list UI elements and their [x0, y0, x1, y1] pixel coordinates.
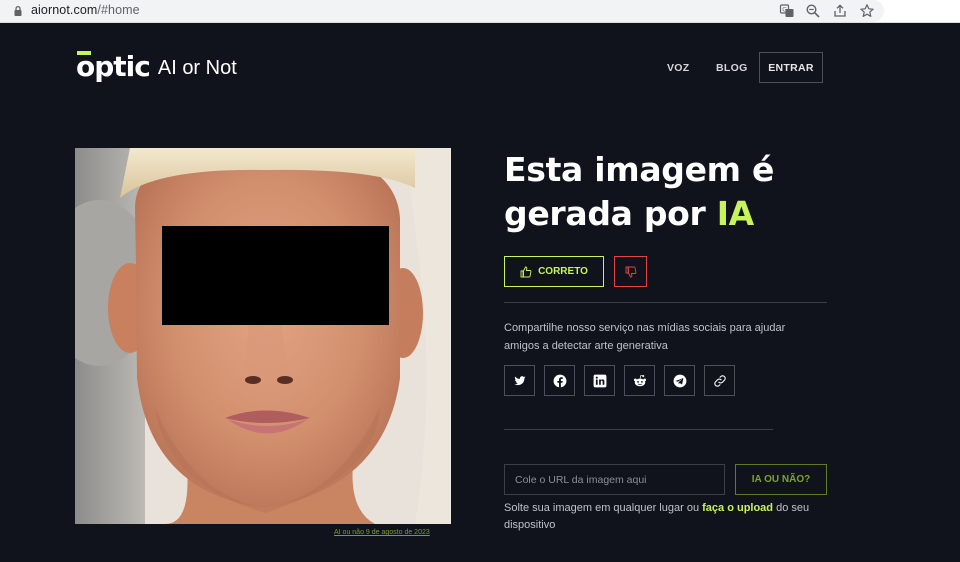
facebook-icon	[553, 374, 566, 387]
share-icon[interactable]	[832, 3, 848, 19]
share-reddit-button[interactable]	[624, 365, 655, 396]
url-domain: aiornot.com	[31, 3, 98, 17]
image-url-input[interactable]	[504, 464, 725, 495]
analyzed-image	[75, 148, 451, 524]
reddit-icon	[633, 374, 646, 386]
portrait-illustration	[75, 148, 451, 524]
result-title: Esta imagem é gerada por IA	[504, 148, 844, 236]
divider	[504, 429, 773, 430]
address-bar[interactable]: aiornot.com/#home G	[0, 0, 884, 22]
thumbs-up-icon	[520, 266, 532, 277]
browser-toolbar: aiornot.com/#home G	[0, 0, 960, 23]
logo[interactable]: optic AI or Not	[76, 51, 237, 83]
share-telegram-button[interactable]	[664, 365, 695, 396]
url-text: aiornot.com/#home	[31, 3, 140, 17]
correct-button[interactable]: CORRETO	[504, 256, 604, 287]
translate-icon[interactable]: G	[779, 3, 795, 19]
url-path: /#home	[97, 3, 140, 17]
logo-accent-bar	[77, 51, 91, 55]
linkedin-icon	[593, 374, 606, 387]
correct-label: CORRETO	[538, 266, 588, 277]
twitter-icon	[514, 375, 525, 385]
wrong-button[interactable]	[614, 256, 647, 287]
logo-brand: optic	[76, 51, 151, 83]
copy-link-button[interactable]	[704, 365, 735, 396]
telegram-icon	[673, 374, 686, 387]
thumbs-down-icon	[625, 266, 636, 277]
zoom-icon[interactable]	[805, 3, 821, 19]
svg-text:G: G	[782, 7, 787, 14]
star-icon[interactable]	[859, 3, 875, 19]
result-title-accent: IA	[716, 194, 755, 233]
page: optic AI or Not VOZ BLOG ENTRAR AI ou nã…	[0, 23, 960, 562]
share-linkedin-button[interactable]	[584, 365, 615, 396]
upload-instructions: Solte sua imagem em qualquer lugar ou fa…	[504, 500, 834, 534]
upload-text-before: Solte sua imagem em qualquer lugar ou	[504, 502, 703, 514]
nav-voz[interactable]: VOZ	[667, 62, 690, 74]
login-button[interactable]: ENTRAR	[759, 52, 823, 83]
nav-blog[interactable]: BLOG	[716, 62, 748, 74]
share-twitter-button[interactable]	[504, 365, 535, 396]
logo-product: AI or Not	[157, 57, 237, 79]
check-ai-button[interactable]: IA OU NÃO?	[735, 464, 827, 495]
share-facebook-button[interactable]	[544, 365, 575, 396]
image-caption-link[interactable]: AI ou não 9 de agosto de 2023	[334, 529, 430, 536]
upload-link[interactable]: faça o upload	[702, 502, 773, 514]
share-description: Compartilhe nosso serviço nas mídias soc…	[504, 322, 786, 352]
lock-icon	[14, 5, 22, 16]
link-icon	[713, 374, 726, 387]
divider	[504, 302, 827, 303]
